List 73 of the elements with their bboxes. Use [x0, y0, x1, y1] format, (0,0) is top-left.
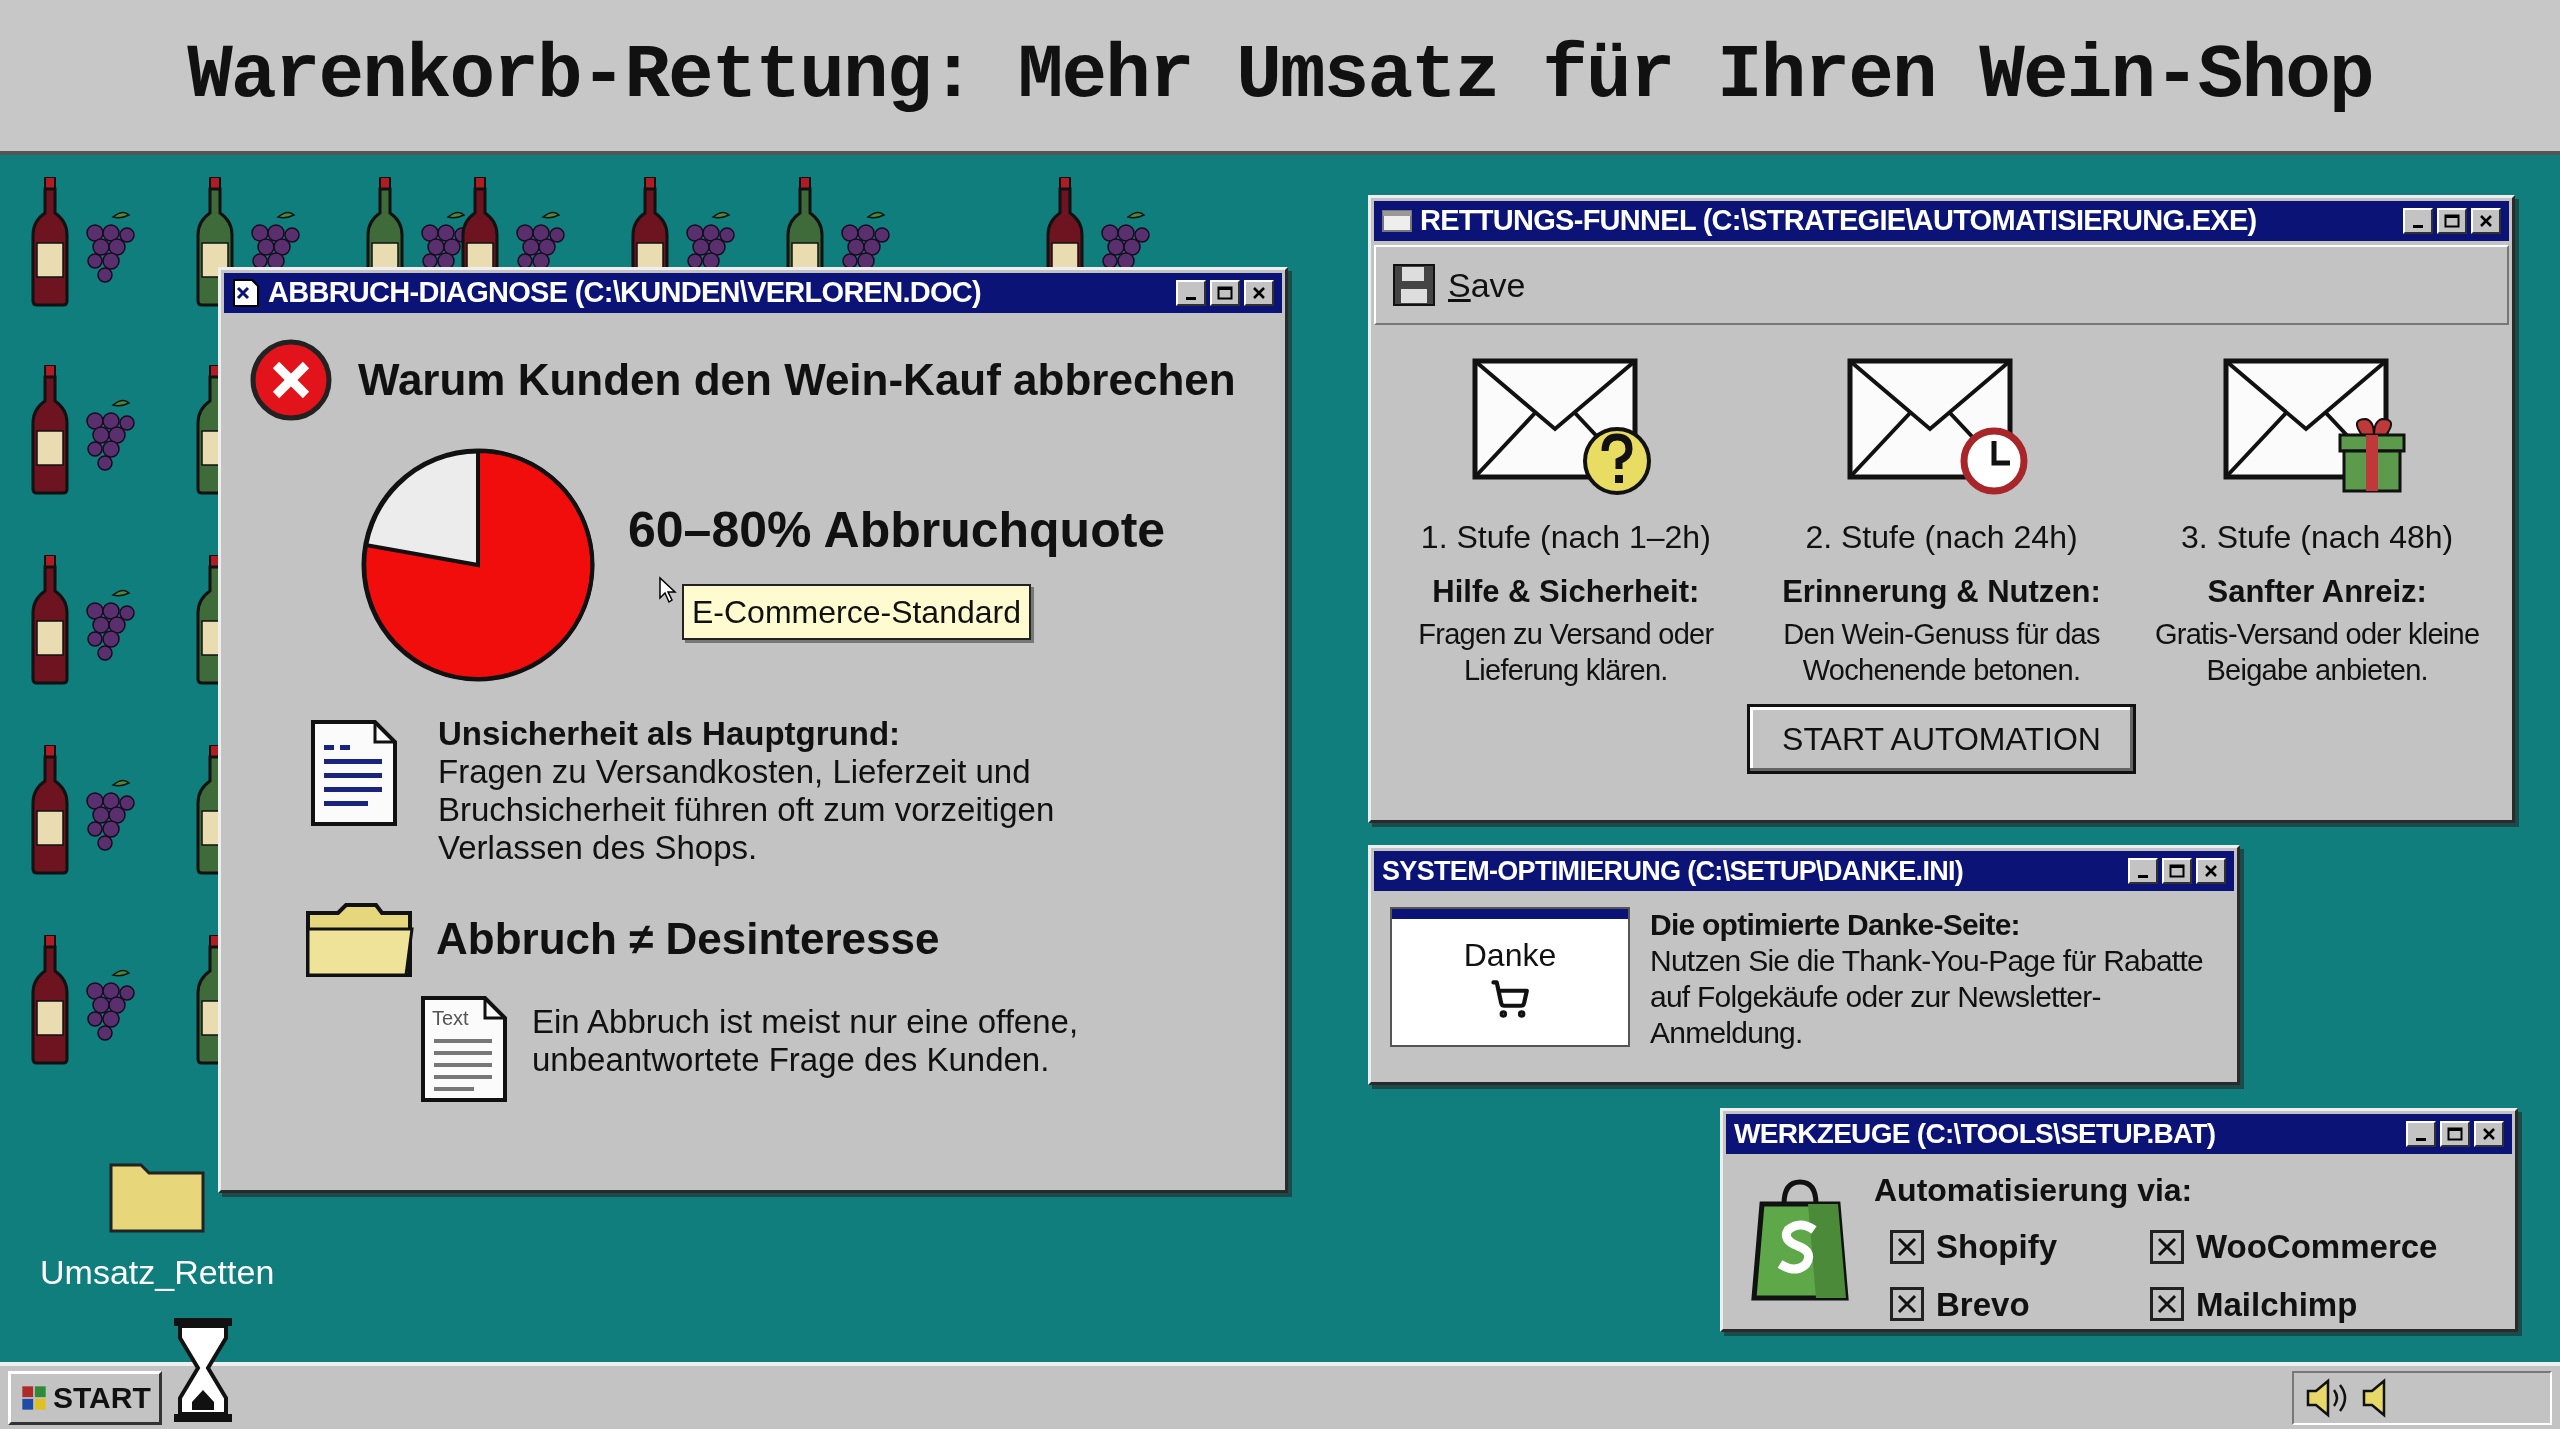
maximize-button[interactable] — [1210, 280, 1240, 306]
minimize-button[interactable] — [2128, 858, 2158, 884]
stage-text: Gratis-Versand oder kleine Beigabe anbieten. — [2153, 616, 2481, 688]
minimize-button[interactable] — [1176, 280, 1206, 306]
abandon-rate: 60–80% Abbruchquote — [628, 501, 1166, 560]
window-title: RETTUNGS-FUNNEL (C:\STRATEGIE\AUTOMATISIERUNG.EXE) — [1420, 203, 2258, 239]
window-title: ABBRUCH-DIAGNOSE (C:\KUNDEN\VERLOREN.DOC) — [268, 275, 982, 311]
close-icon — [2482, 1127, 2496, 1141]
minimize-icon — [1186, 296, 1196, 300]
shopping-cart-icon — [1490, 979, 1530, 1019]
checkbox[interactable] — [2150, 1229, 2184, 1264]
checkbox[interactable] — [2150, 1287, 2184, 1322]
document-icon — [232, 278, 260, 308]
cross-mark-icon — [1897, 1236, 1917, 1257]
close-icon — [1252, 286, 1266, 300]
maximize-icon — [2447, 1127, 2463, 1141]
window-title: SYSTEM-OPTIMIERUNG (C:\SETUP\DANKE.INI) — [1382, 854, 1965, 888]
close-button[interactable] — [2196, 858, 2226, 884]
minimize-icon — [2416, 1137, 2426, 1141]
page-title: Warenkorb-Rettung: Mehr Umsatz für Ihren Wein-Shop — [187, 31, 2373, 121]
window-title: WERKZEUGE (C:\TOOLS\SETUP.BAT) — [1734, 1117, 2217, 1151]
error-icon — [248, 337, 334, 423]
cause-text: Unsicherheit als Hauptgrund: Fragen zu Versandkosten, Lieferzeit und Bruchsicherheit führen oft zum vorzeitigen Verlassen des Shops. — [438, 715, 1056, 867]
checkbox-label: Brevo — [1936, 1284, 2030, 1325]
checkbox-label: Shopify — [1936, 1227, 2057, 1267]
stage-label: 3. Stufe (nach 48h) — [2181, 518, 2454, 557]
hourglass-cursor-icon — [172, 1316, 234, 1424]
start-automation-button[interactable]: START AUTOMATION — [1747, 703, 2136, 774]
close-button[interactable] — [2474, 1121, 2504, 1147]
preview-label: Danke — [1463, 936, 1557, 975]
close-button[interactable] — [1244, 280, 1274, 306]
insight-text: Ein Abbruch ist meist nur eine offene, unbeantwortete Frage des Kunden. — [532, 1003, 1080, 1079]
minimize-icon — [2138, 874, 2148, 878]
stage-text: Den Wein-Genuss für das Wochenende betonen. — [1782, 616, 2101, 688]
stage-label: 2. Stufe (nach 24h) — [1805, 518, 2078, 557]
stage-label: 1. Stufe (nach 1–2h) — [1420, 518, 1711, 557]
start-button[interactable]: START — [8, 1370, 162, 1425]
stage-text: Fragen zu Versand oder Lieferung klären. — [1417, 616, 1715, 688]
document-icon — [310, 719, 398, 827]
maximize-icon — [2444, 214, 2460, 228]
checkbox-label: WooCommerce — [2196, 1227, 2438, 1267]
close-icon — [2204, 864, 2218, 878]
stage-title: Hilfe & Sicherheit: — [1432, 573, 1700, 611]
save-button[interactable]: Save — [1392, 259, 1526, 311]
checkbox[interactable] — [1890, 1287, 1924, 1322]
file-label: Text — [432, 1006, 469, 1031]
tooltip: E-Commerce-Standard — [682, 584, 1031, 640]
folder-label[interactable]: Umsatz_Retten — [40, 1247, 275, 1298]
maximize-button[interactable] — [2440, 1121, 2470, 1147]
close-icon — [2479, 214, 2493, 228]
maximize-button[interactable] — [2437, 208, 2467, 234]
cross-mark-icon — [1897, 1294, 1917, 1315]
close-button[interactable] — [2471, 208, 2501, 234]
window-icon — [1382, 210, 1412, 232]
text-file-icon — [420, 995, 508, 1103]
insight-heading: Abbruch ≠ Desinteresse — [436, 913, 940, 965]
cross-mark-icon — [2157, 1294, 2177, 1315]
maximize-icon — [1217, 286, 1233, 300]
checkbox[interactable] — [1890, 1229, 1924, 1264]
maximize-button[interactable] — [2162, 858, 2192, 884]
minimize-button[interactable] — [2406, 1121, 2436, 1147]
checkbox-label: Mailchimp — [2196, 1284, 2358, 1325]
maximize-icon — [2169, 864, 2185, 878]
windows-logo-icon — [19, 1383, 49, 1412]
mouse-pointer-icon — [658, 576, 678, 604]
stage-title: Erinnerung & Nutzen: — [1782, 573, 2101, 611]
minimize-icon — [2413, 224, 2423, 228]
minimize-button[interactable] — [2403, 208, 2433, 234]
cross-mark-icon — [2157, 1236, 2177, 1257]
tools-heading: Automatisierung via: — [1874, 1171, 2194, 1210]
thanks-text: Die optimierte Danke-Seite: Nutzen Sie die Thank-You-Page für Rabatte auf Folgekäufe oder zur Newsletter-Anmeldung. — [1650, 907, 2204, 1051]
window-heading: Warum Kunden den Wein-Kauf abbrechen — [358, 354, 1236, 406]
stage-title: Sanfter Anreiz: — [2207, 573, 2427, 611]
